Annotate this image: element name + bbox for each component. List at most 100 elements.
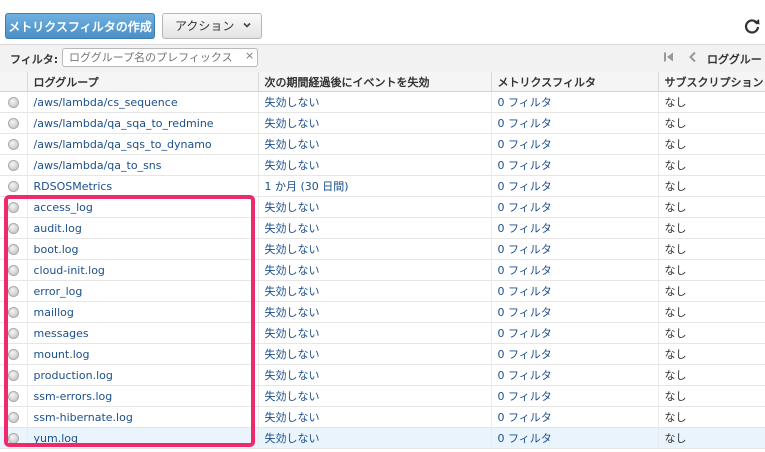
expire-setting-link[interactable]: 失効しない (265, 159, 320, 172)
metric-filters-link[interactable]: 0 フィルタ (498, 411, 552, 424)
expire-setting-link[interactable]: 失効しない (265, 285, 320, 298)
metric-filters-link[interactable]: 0 フィルタ (498, 369, 552, 382)
table-row[interactable]: /aws/lambda/qa_sqs_to_dynamo 失効しない 0 フィルタ な… (0, 133, 765, 155)
log-group-prefix-filter-input[interactable] (62, 48, 258, 67)
log-group-name-link[interactable]: boot.log (34, 243, 79, 256)
metric-filters-link[interactable]: 0 フィルタ (498, 96, 552, 109)
log-group-name-link[interactable]: /aws/lambda/qa_sqs_to_dynamo (34, 138, 212, 151)
metric-filters-link[interactable]: 0 フィルタ (498, 180, 552, 193)
radio-icon[interactable] (7, 223, 19, 234)
table-row[interactable]: ssm-hibernate.log 失効しない 0 フィルタ なし (0, 406, 765, 428)
log-group-name-link[interactable]: audit.log (34, 222, 82, 235)
radio-icon[interactable] (7, 391, 19, 402)
table-row[interactable]: error_log 失効しない 0 フィルタ なし (0, 280, 765, 302)
log-group-name-link[interactable]: /aws/lambda/qa_to_sns (34, 159, 162, 172)
clear-filter-icon[interactable]: × (245, 49, 254, 62)
log-group-name-link[interactable]: /aws/lambda/cs_sequence (34, 96, 178, 109)
table-row[interactable]: /aws/lambda/qa_sqa_to_redmine 失効しない 0 フィルタ… (0, 112, 765, 134)
expire-setting-link[interactable]: 失効しない (265, 390, 320, 403)
radio-icon[interactable] (7, 328, 19, 339)
log-group-name-link[interactable]: mount.log (34, 348, 90, 361)
expire-setting-link[interactable]: 1 か月 (30 日間) (265, 180, 349, 193)
table-row[interactable]: /aws/lambda/cs_sequence 失効しない 0 フィルタ なし (0, 91, 765, 113)
table-row[interactable]: mount.log 失効しない 0 フィルタ なし (0, 343, 765, 365)
table-row[interactable]: yum.log 失効しない 0 フィルタ なし (0, 427, 765, 449)
table-row[interactable]: maillog 失効しない 0 フィルタ なし (0, 301, 765, 323)
radio-icon[interactable] (7, 412, 19, 423)
log-group-name-link[interactable]: maillog (34, 306, 74, 319)
expire-setting-link[interactable]: 失効しない (265, 369, 320, 382)
radio-icon[interactable] (7, 118, 19, 129)
chevron-left-icon[interactable] (688, 51, 698, 63)
radio-icon[interactable] (7, 265, 19, 276)
radio-icon[interactable] (7, 139, 19, 150)
metric-filters-link[interactable]: 0 フィルタ (498, 432, 552, 445)
refresh-icon[interactable] (742, 16, 762, 36)
table-row[interactable]: boot.log 失効しない 0 フィルタ なし (0, 238, 765, 260)
first-page-icon[interactable] (663, 51, 675, 63)
log-group-name-link[interactable]: production.log (34, 369, 113, 382)
log-group-name-link[interactable]: RDSOSMetrics (34, 180, 113, 193)
expire-setting-link[interactable]: 失効しない (265, 243, 320, 256)
radio-icon[interactable] (7, 349, 19, 360)
log-group-name-link[interactable]: /aws/lambda/qa_sqa_to_redmine (34, 117, 214, 130)
radio-icon[interactable] (7, 97, 19, 108)
table-row[interactable]: RDSOSMetrics 1 か月 (30 日間) 0 フィルタ なし (0, 175, 765, 197)
table-row[interactable]: audit.log 失効しない 0 フィルタ なし (0, 217, 765, 239)
table-row[interactable]: cloud-init.log 失効しない 0 フィルタ なし (0, 259, 765, 281)
metric-filters-link[interactable]: 0 フィルタ (498, 264, 552, 277)
create-metric-filter-button[interactable]: メトリクスフィルタの作成 (5, 13, 155, 39)
metric-filters-link[interactable]: 0 フィルタ (498, 117, 552, 130)
column-header-subscriptions[interactable]: サブスクリプション (658, 72, 765, 92)
expire-setting-link[interactable]: 失効しない (265, 222, 320, 235)
column-header-metric-filters[interactable]: メトリクスフィルタ (491, 72, 659, 92)
expire-setting-link[interactable]: 失効しない (265, 348, 320, 361)
table-cell: なし (658, 406, 765, 428)
log-group-name-link[interactable]: access_log (34, 201, 93, 214)
expire-setting-link[interactable]: 失効しない (265, 96, 320, 109)
expire-setting-link[interactable]: 失効しない (265, 327, 320, 340)
column-header-expire-events[interactable]: 次の期間経過後にイベントを失効 (258, 72, 492, 92)
radio-icon[interactable] (7, 160, 19, 171)
table-row[interactable]: production.log 失効しない 0 フィルタ なし (0, 364, 765, 386)
log-group-name-link[interactable]: error_log (34, 285, 83, 298)
metric-filters-link[interactable]: 0 フィルタ (498, 390, 552, 403)
expire-setting-link[interactable]: 失効しない (265, 117, 320, 130)
table-row[interactable]: messages 失効しない 0 フィルタ なし (0, 322, 765, 344)
radio-icon[interactable] (7, 202, 19, 213)
log-group-name-link[interactable]: cloud-init.log (34, 264, 105, 277)
metric-filters-link[interactable]: 0 フィルタ (498, 243, 552, 256)
radio-icon[interactable] (7, 181, 19, 192)
expire-setting-link[interactable]: 失効しない (265, 201, 320, 214)
table-cell: なし (658, 385, 765, 407)
expire-setting-link[interactable]: 失効しない (265, 264, 320, 277)
radio-icon[interactable] (7, 286, 19, 297)
radio-icon[interactable] (7, 433, 19, 444)
metric-filters-link[interactable]: 0 フィルタ (498, 327, 552, 340)
expire-setting-link[interactable]: 失効しない (265, 306, 320, 319)
subscriptions-value: なし (664, 411, 687, 424)
log-group-name-link[interactable]: yum.log (34, 432, 78, 445)
metric-filters-link[interactable]: 0 フィルタ (498, 201, 552, 214)
metric-filters-link[interactable]: 0 フィルタ (498, 222, 552, 235)
radio-icon[interactable] (7, 370, 19, 381)
expire-setting-link[interactable]: 失効しない (265, 411, 320, 424)
log-group-name-link[interactable]: messages (34, 327, 89, 340)
table-row[interactable]: ssm-errors.log 失効しない 0 フィルタ なし (0, 385, 765, 407)
metric-filters-link[interactable]: 0 フィルタ (498, 348, 552, 361)
metric-filters-link[interactable]: 0 フィルタ (498, 159, 552, 172)
radio-icon[interactable] (7, 307, 19, 318)
row-select-cell (0, 322, 28, 344)
metric-filters-link[interactable]: 0 フィルタ (498, 306, 552, 319)
expire-setting-link[interactable]: 失効しない (265, 432, 320, 445)
log-group-name-link[interactable]: ssm-hibernate.log (34, 411, 133, 424)
table-row[interactable]: /aws/lambda/qa_to_sns 失効しない 0 フィルタ なし (0, 154, 765, 176)
radio-icon[interactable] (7, 244, 19, 255)
table-row[interactable]: access_log 失効しない 0 フィルタ なし (0, 196, 765, 218)
metric-filters-link[interactable]: 0 フィルタ (498, 138, 552, 151)
column-header-log-group[interactable]: ロググループ (27, 72, 259, 92)
expire-setting-link[interactable]: 失効しない (265, 138, 320, 151)
log-group-name-link[interactable]: ssm-errors.log (34, 390, 113, 403)
actions-dropdown-button[interactable]: アクション (162, 13, 262, 39)
metric-filters-link[interactable]: 0 フィルタ (498, 285, 552, 298)
